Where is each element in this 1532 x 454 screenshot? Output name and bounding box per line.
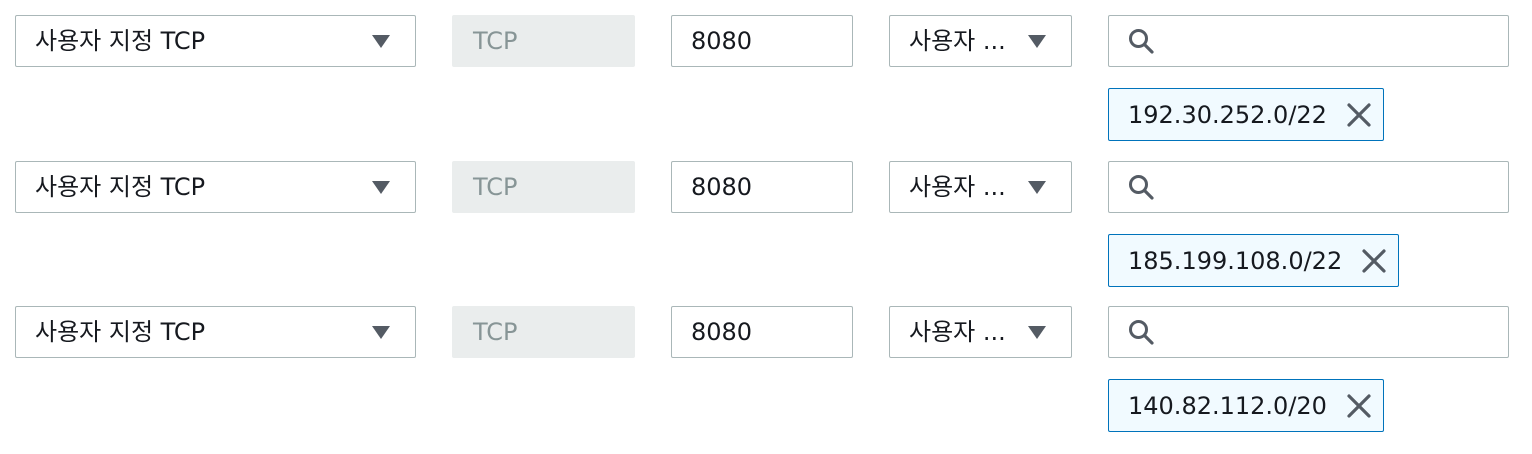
- search-icon: [1129, 29, 1154, 54]
- cidr-token-label: 140.82.112.0/20: [1128, 391, 1327, 420]
- inbound-rule-row: 사용자 지정 TCP TCP 8080 사용자 ... 185.199.108.…: [0, 161, 1532, 287]
- search-icon: [1129, 175, 1154, 200]
- cidr-search-input[interactable]: [1108, 161, 1509, 213]
- cidr-token: 192.30.252.0/22: [1108, 88, 1384, 141]
- caret-down-icon: [372, 35, 390, 48]
- caret-down-icon: [1028, 326, 1046, 339]
- source-select[interactable]: 사용자 ...: [889, 161, 1072, 213]
- cidr-token: 140.82.112.0/20: [1108, 379, 1384, 432]
- protocol-value: TCP: [473, 318, 518, 346]
- type-select-value: 사용자 지정 TCP: [35, 173, 206, 201]
- protocol-value: TCP: [473, 173, 518, 201]
- caret-down-icon: [1028, 35, 1046, 48]
- close-icon[interactable]: [1345, 392, 1373, 420]
- protocol-field: TCP: [452, 306, 635, 358]
- type-select[interactable]: 사용자 지정 TCP: [15, 306, 416, 358]
- port-range-value: 8080: [691, 318, 753, 346]
- caret-down-icon: [1028, 181, 1046, 194]
- cidr-search-input[interactable]: [1108, 306, 1509, 358]
- source-select-value: 사용자 ...: [909, 318, 1006, 346]
- port-range-input[interactable]: 8080: [671, 306, 853, 358]
- source-select[interactable]: 사용자 ...: [889, 306, 1072, 358]
- protocol-field: TCP: [452, 15, 635, 67]
- source-select[interactable]: 사용자 ...: [889, 15, 1072, 67]
- cidr-token: 185.199.108.0/22: [1108, 234, 1400, 287]
- cidr-token-label: 192.30.252.0/22: [1128, 100, 1327, 129]
- close-icon[interactable]: [1345, 101, 1373, 129]
- protocol-field: TCP: [452, 161, 635, 213]
- search-icon: [1129, 320, 1154, 345]
- cidr-token-label: 185.199.108.0/22: [1128, 246, 1343, 275]
- port-range-value: 8080: [691, 173, 753, 201]
- port-range-input[interactable]: 8080: [671, 15, 853, 67]
- cidr-search-input[interactable]: [1108, 15, 1509, 67]
- inbound-rule-row: 사용자 지정 TCP TCP 8080 사용자 ... 192.30.252.0…: [0, 15, 1532, 141]
- source-select-value: 사용자 ...: [909, 27, 1006, 55]
- type-select-value: 사용자 지정 TCP: [35, 27, 206, 55]
- inbound-rule-row: 사용자 지정 TCP TCP 8080 사용자 ... 140.82.112.0…: [0, 306, 1532, 432]
- protocol-value: TCP: [473, 27, 518, 55]
- type-select[interactable]: 사용자 지정 TCP: [15, 15, 416, 67]
- caret-down-icon: [372, 326, 390, 339]
- source-select-value: 사용자 ...: [909, 173, 1006, 201]
- type-select-value: 사용자 지정 TCP: [35, 318, 206, 346]
- type-select[interactable]: 사용자 지정 TCP: [15, 161, 416, 213]
- caret-down-icon: [372, 181, 390, 194]
- port-range-input[interactable]: 8080: [671, 161, 853, 213]
- port-range-value: 8080: [691, 27, 753, 55]
- close-icon[interactable]: [1360, 247, 1388, 275]
